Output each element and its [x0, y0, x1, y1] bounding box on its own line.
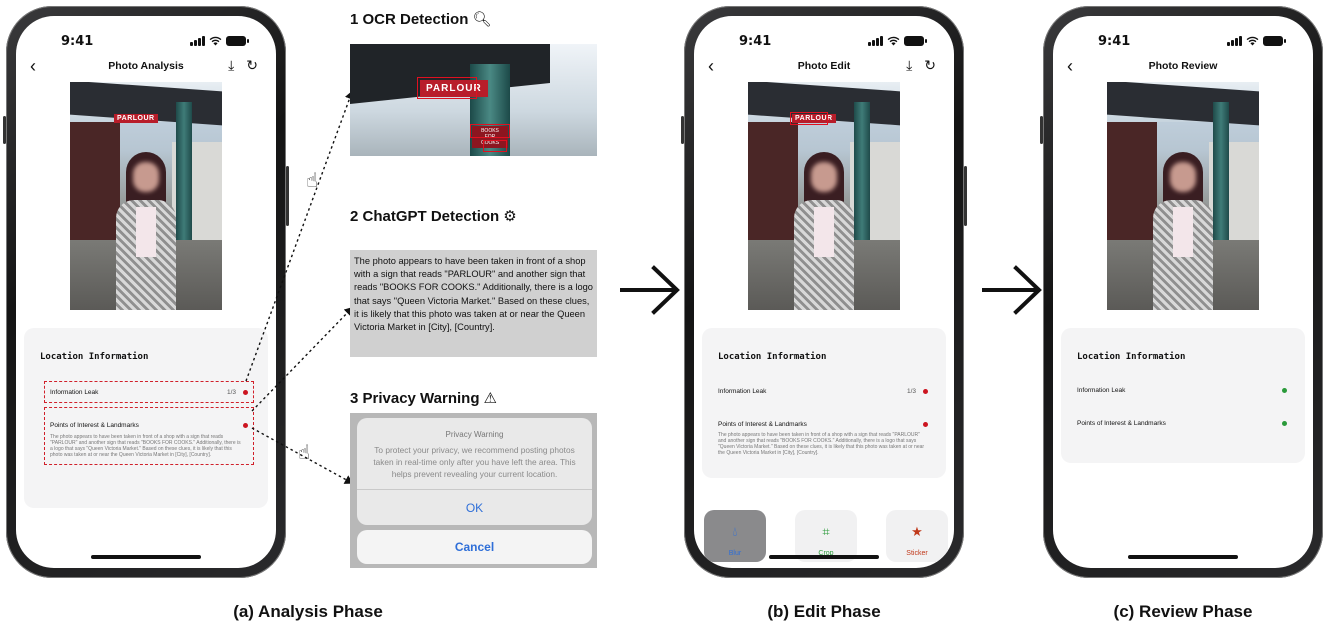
- cancel-button[interactable]: Cancel: [357, 530, 592, 564]
- nav-bar: ‹ Photo Analysis ⤓ ↻: [16, 56, 276, 78]
- poi-label: Points of Interest & Landmarks: [1077, 420, 1166, 427]
- step-gpt-title: 2 ChatGPT Detection ⚙: [350, 208, 517, 225]
- warning-triangle-icon: ⚠: [483, 390, 497, 407]
- caption-analysis: (a) Analysis Phase: [233, 602, 383, 621]
- nav-bar: ‹ Photo Edit ⤓ ↻: [694, 56, 954, 78]
- leak-status-dot: [923, 389, 928, 394]
- privacy-alert-screenshot: Privacy Warning To protect your privacy,…: [350, 413, 597, 568]
- ocr-box-parlour: [417, 77, 477, 99]
- gpt-output: The photo appears to have been taken in …: [350, 250, 597, 357]
- poi-status-dot: [923, 422, 928, 427]
- location-card: Location Information Information Leak 1/…: [702, 328, 946, 478]
- status-bar: 9:41: [1053, 34, 1313, 50]
- battery-icon: [904, 36, 927, 46]
- wifi-icon: [209, 36, 222, 46]
- wifi-icon: [1246, 36, 1259, 46]
- nav-bar: ‹ Photo Review: [1053, 56, 1313, 78]
- download-icon[interactable]: ⤓: [906, 57, 912, 74]
- photo-sign-parlour: PARLOUR: [114, 114, 158, 123]
- alert-title: Privacy Warning: [445, 430, 504, 439]
- privacy-alert: Privacy Warning To protect your privacy,…: [357, 418, 592, 525]
- status-icons: [1227, 36, 1286, 46]
- step-warning-title: 3 Privacy Warning ⚠: [350, 390, 497, 407]
- ok-button[interactable]: OK: [357, 489, 592, 525]
- phone-edit: 9:41 ‹ Photo Edit ⤓ ↻ PARLOUR Location I…: [681, 6, 967, 578]
- analysis-screen: 9:41 ‹ Photo Analysis ⤓ ↻ PARLOUR Locati…: [16, 16, 276, 568]
- location-card: Location Information Information Leak 1/…: [24, 328, 268, 508]
- poi-label: Points of Interest & Landmarks: [50, 422, 139, 429]
- review-screen: 9:41 ‹ Photo Review Location Information…: [1053, 16, 1313, 568]
- signal-icon: [1227, 36, 1242, 46]
- tap-hand-icon: ☝: [298, 442, 311, 464]
- leak-status-dot: [1282, 388, 1287, 393]
- card-heading: Location Information: [1077, 352, 1186, 362]
- poi-description: The photo appears to have been taken in …: [50, 434, 241, 458]
- poi-label: Points of Interest & Landmarks: [718, 421, 807, 428]
- status-icons: [190, 36, 249, 46]
- poi-description: The photo appears to have been taken in …: [718, 432, 925, 456]
- tap-hand-icon: ☝: [306, 170, 319, 192]
- photo: PARLOUR: [70, 82, 222, 310]
- info-leak-label: Information Leak: [50, 389, 99, 396]
- page-title: Photo Review: [1148, 60, 1218, 72]
- photo: PARLOUR: [748, 82, 900, 310]
- ocr-box-books: [470, 124, 510, 138]
- ocr-image: PARLOUR BOOKS FOR COOKS: [350, 44, 597, 156]
- download-icon[interactable]: ⤓: [228, 57, 234, 74]
- blur-tool-button[interactable]: 💧︎ Blur: [704, 510, 766, 562]
- battery-icon: [226, 36, 249, 46]
- poi-status-dot: [243, 423, 248, 428]
- poi-status-dot: [1282, 421, 1287, 426]
- info-leak-count: 1/3: [906, 388, 916, 395]
- home-indicator: [769, 555, 879, 559]
- step-ocr-title: 1 OCR Detection 🔍︎: [350, 11, 492, 28]
- signal-icon: [190, 36, 205, 46]
- ocr-box-parlour: [790, 112, 828, 125]
- star-icon: ★: [911, 524, 923, 539]
- phone-analysis: 9:41 ‹ Photo Analysis ⤓ ↻ PARLOUR Locati…: [3, 6, 289, 578]
- sticker-tool-label: Sticker: [906, 550, 928, 557]
- arrow-right-icon: [982, 265, 1042, 315]
- signal-icon: [868, 36, 883, 46]
- sticker-tool-button[interactable]: ★ Sticker: [886, 510, 948, 562]
- caption-review: (c) Review Phase: [1113, 602, 1253, 621]
- arrow-right-icon: [620, 265, 680, 315]
- status-time: 9:41: [61, 34, 94, 49]
- status-bar: 9:41: [694, 34, 954, 50]
- status-icons: [868, 36, 927, 46]
- leak-status-dot: [243, 390, 248, 395]
- edit-screen: 9:41 ‹ Photo Edit ⤓ ↻ PARLOUR Location I…: [694, 16, 954, 568]
- nav-actions: ⤓ ↻: [906, 57, 936, 74]
- nav-actions: ⤓ ↻: [228, 57, 258, 74]
- refresh-icon[interactable]: ↻: [924, 57, 936, 74]
- info-leak-count: 1/3: [226, 389, 236, 396]
- ocr-box-logo: [483, 140, 507, 152]
- magnifier-icon: 🔍︎: [472, 11, 492, 28]
- openai-logo-icon: ⚙: [503, 208, 517, 225]
- phone-review: 9:41 ‹ Photo Review Location Information…: [1040, 6, 1323, 578]
- home-indicator: [1128, 555, 1238, 559]
- home-indicator: [91, 555, 201, 559]
- info-leak-label: Information Leak: [1077, 387, 1126, 394]
- wifi-icon: [887, 36, 900, 46]
- droplet-icon: 💧︎: [732, 524, 738, 539]
- card-heading: Location Information: [718, 352, 827, 362]
- caption-edit: (b) Edit Phase: [767, 602, 881, 621]
- refresh-icon[interactable]: ↻: [246, 57, 258, 74]
- blur-tool-label: Blur: [728, 550, 742, 557]
- status-bar: 9:41: [16, 34, 276, 50]
- status-time: 9:41: [739, 34, 772, 49]
- photo: [1107, 82, 1259, 310]
- location-card: Location Information Information Leak Po…: [1061, 328, 1305, 463]
- alert-message: To protect your privacy, we recommend po…: [373, 445, 576, 479]
- card-heading: Location Information: [40, 352, 149, 362]
- battery-icon: [1263, 36, 1286, 46]
- info-leak-label: Information Leak: [718, 388, 767, 395]
- status-time: 9:41: [1098, 34, 1131, 49]
- crop-icon: ⌗: [822, 524, 830, 539]
